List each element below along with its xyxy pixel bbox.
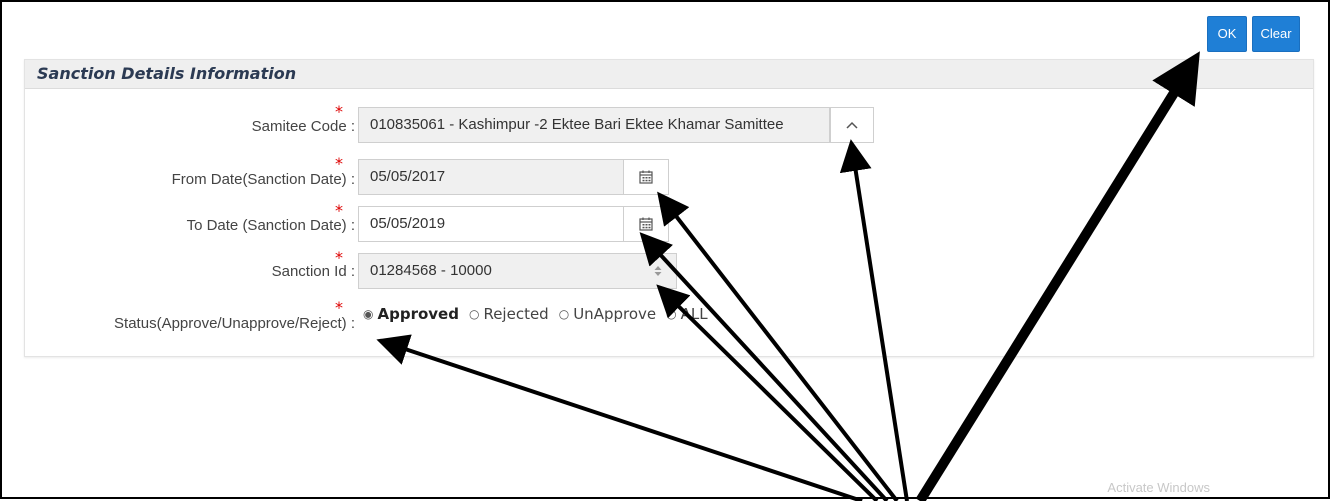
radio-unselected-icon: ○ [558,307,570,321]
status-radio-group: ◉ Approved ○ Rejected ○ UnApprove ○ ALL [363,305,718,323]
radio-unselected-icon: ○ [666,307,677,321]
required-marker: * [335,201,343,220]
toolbar: OK Clear [1207,16,1300,52]
samitee-code-select[interactable]: 010835061 - Kashimpur -2 Ektee Bari Ekte… [358,107,830,143]
sanction-details-panel: Sanction Details Information Samitee Cod… [24,59,1314,357]
status-radio-all[interactable]: ○ ALL [666,305,707,323]
arrow-to-approved [376,334,863,501]
from-date-input[interactable]: 05/05/2017 [358,159,624,195]
ok-button[interactable]: OK [1207,16,1247,52]
status-radio-unapprove[interactable]: ○ UnApprove [559,305,656,323]
to-date-input[interactable]: 05/05/2019 [358,206,624,242]
required-marker: * [335,248,343,267]
radio-selected-icon: ◉ [363,307,374,321]
required-marker: * [335,102,343,121]
status-radio-rejected[interactable]: ○ Rejected [469,305,549,323]
calendar-icon[interactable] [623,159,669,195]
panel-title: Sanction Details Information [25,60,1313,89]
calendar-icon[interactable] [623,206,669,242]
sanction-id-select[interactable]: 01284568 - 10000 [358,253,640,289]
activate-windows-watermark: Activate Windows [1107,480,1210,495]
from-date-label: From Date(Sanction Date) : [171,171,355,188]
chevron-up-icon[interactable] [830,107,874,143]
spinner-icon[interactable] [639,253,677,289]
to-date-label: To Date (Sanction Date) : [186,217,355,234]
required-marker: * [335,298,343,317]
status-label: Status(Approve/Unapprove/Reject) : [114,315,355,332]
required-marker: * [335,154,343,173]
status-radio-approved[interactable]: ◉ Approved [363,305,459,323]
radio-unselected-icon: ○ [468,307,480,321]
clear-button[interactable]: Clear [1252,16,1300,52]
